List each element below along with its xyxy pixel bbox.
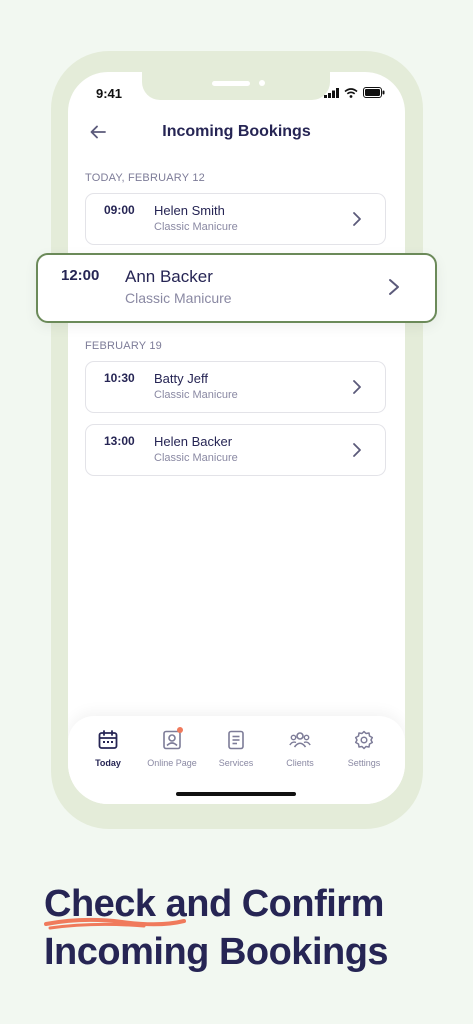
tab-services[interactable]: Services bbox=[204, 730, 268, 768]
home-indicator bbox=[176, 792, 296, 796]
highlighted-booking-card[interactable]: 12:00 Ann Backer Classic Manicure bbox=[36, 253, 437, 323]
booking-service: Classic Manicure bbox=[125, 290, 232, 306]
booking-card[interactable]: 13:00 Helen Backer Classic Manicure bbox=[85, 424, 386, 476]
booking-client-name: Helen Backer bbox=[154, 434, 233, 449]
tab-today[interactable]: Today bbox=[76, 730, 140, 768]
tab-label: Online Page bbox=[147, 758, 197, 768]
chevron-right-icon bbox=[353, 380, 361, 394]
booking-client-name: Ann Backer bbox=[125, 267, 213, 286]
booking-card[interactable]: 09:00 Helen Smith Classic Manicure bbox=[85, 193, 386, 245]
profile-page-icon bbox=[163, 730, 181, 750]
camera bbox=[259, 80, 265, 86]
chevron-right-icon bbox=[353, 212, 361, 226]
clients-icon bbox=[289, 732, 311, 748]
tab-label: Settings bbox=[347, 758, 381, 768]
booking-service: Classic Manicure bbox=[154, 389, 238, 401]
chevron-right-icon bbox=[389, 279, 399, 295]
marketing-headline: Check and Confirm Incoming Bookings bbox=[44, 880, 389, 976]
phone-screen: 9:41 Incoming Bookings TODAY, FEBRUARY 1… bbox=[68, 72, 405, 804]
battery-icon bbox=[363, 87, 385, 98]
status-icons bbox=[324, 87, 385, 98]
tab-clients[interactable]: Clients bbox=[268, 730, 332, 768]
document-icon bbox=[228, 730, 244, 750]
booking-client-name: Batty Jeff bbox=[154, 371, 208, 386]
page-title: Incoming Bookings bbox=[162, 123, 311, 140]
chevron-right-icon bbox=[353, 443, 361, 457]
tab-online-page[interactable]: Online Page bbox=[140, 727, 204, 768]
booking-time: 10:30 bbox=[104, 371, 135, 385]
tab-label: Clients bbox=[286, 758, 314, 768]
booking-service: Classic Manicure bbox=[154, 221, 238, 233]
headline-line-1: Check and Confirm bbox=[44, 883, 384, 925]
calendar-icon bbox=[98, 730, 118, 749]
booking-client-name: Helen Smith bbox=[154, 203, 225, 218]
section-label-today: TODAY, FEBRUARY 12 bbox=[85, 172, 205, 184]
booking-time: 12:00 bbox=[61, 267, 100, 284]
phone-notch bbox=[142, 72, 330, 100]
tab-label: Services bbox=[218, 758, 254, 768]
status-time: 9:41 bbox=[96, 86, 123, 101]
tab-bar: Today Online Page Services Clients Setti… bbox=[68, 716, 405, 804]
gear-icon bbox=[354, 730, 374, 750]
notification-dot bbox=[177, 727, 183, 733]
speaker bbox=[212, 81, 250, 86]
signal-icon bbox=[324, 87, 339, 98]
booking-service: Classic Manicure bbox=[154, 452, 238, 464]
section-label-feb19: FEBRUARY 19 bbox=[85, 340, 162, 352]
booking-time: 13:00 bbox=[104, 434, 135, 448]
booking-card[interactable]: 10:30 Batty Jeff Classic Manicure bbox=[85, 361, 386, 413]
tab-label: Today bbox=[95, 758, 121, 768]
wifi-icon bbox=[344, 87, 358, 98]
headline-line-2: Incoming Bookings bbox=[44, 931, 389, 973]
tab-settings[interactable]: Settings bbox=[332, 730, 396, 768]
booking-time: 09:00 bbox=[104, 203, 135, 217]
